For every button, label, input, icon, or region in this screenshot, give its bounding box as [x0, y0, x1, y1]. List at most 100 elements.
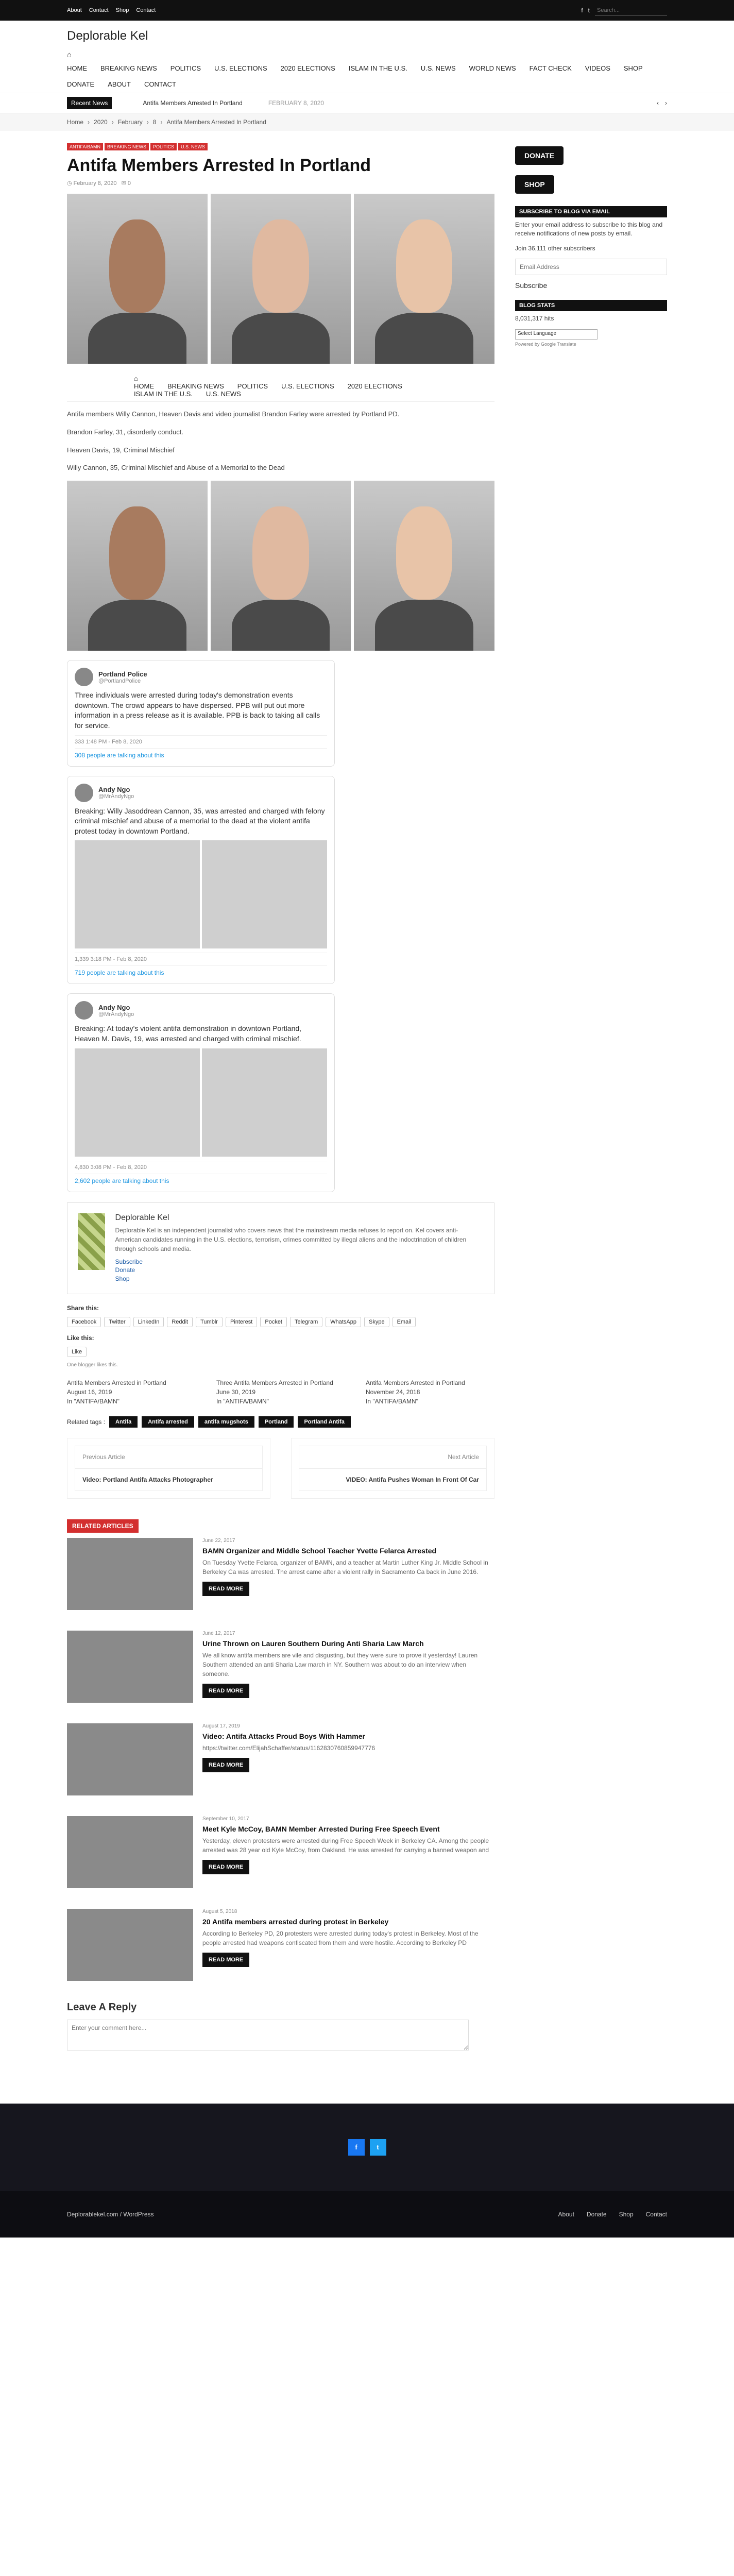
- jp-related-title[interactable]: Antifa Members Arrested in Portland: [366, 1378, 494, 1387]
- jp-related-item[interactable]: Three Antifa Members Arrested in Portlan…: [216, 1378, 345, 1406]
- related-thumb[interactable]: [67, 1908, 193, 1981]
- nav-item[interactable]: Home: [134, 382, 154, 390]
- breadcrumb-month[interactable]: February: [118, 118, 143, 126]
- tweet-talk-link[interactable]: 719 people are talking about this: [75, 965, 327, 976]
- jp-related-item[interactable]: Antifa Members Arrested in Portland Novem…: [366, 1378, 494, 1406]
- email-field[interactable]: [515, 259, 667, 276]
- home-icon[interactable]: ⌂: [134, 375, 428, 382]
- nav-item[interactable]: Contact: [144, 80, 176, 88]
- subscribe-button[interactable]: Subscribe: [515, 281, 667, 290]
- facebook-icon[interactable]: f: [581, 7, 583, 13]
- nav-item[interactable]: Donate: [67, 80, 94, 88]
- nav-item[interactable]: Islam in the U.S.: [349, 64, 407, 72]
- embedded-tweet[interactable]: Andy Ngo @MrAndyNgo Breaking: Willy Jasod…: [67, 775, 335, 985]
- nav-item[interactable]: About: [108, 80, 131, 88]
- prev-title[interactable]: Video: Portland Antifa Attacks Photograp…: [75, 1468, 263, 1491]
- read-more-button[interactable]: READ MORE: [202, 1859, 250, 1874]
- search-input[interactable]: [595, 5, 667, 16]
- comment-input[interactable]: [67, 2019, 469, 2050]
- top-link-contact[interactable]: Contact: [89, 7, 109, 13]
- top-link-contact-2[interactable]: Contact: [136, 7, 156, 13]
- tag-link[interactable]: Antifa arrested: [142, 1416, 194, 1428]
- jp-related-title[interactable]: Antifa Members Arrested in Portland: [67, 1378, 196, 1387]
- nav-item[interactable]: 2020 Elections: [348, 382, 402, 390]
- category-badge[interactable]: Politics: [150, 143, 177, 150]
- footer-link-donate[interactable]: Donate: [587, 2211, 607, 2218]
- share-facebook-button[interactable]: Facebook: [67, 1316, 101, 1327]
- nav-item[interactable]: U.S. Elections: [281, 382, 334, 390]
- share-reddit-button[interactable]: Reddit: [167, 1316, 193, 1327]
- nav-item[interactable]: Politics: [237, 382, 268, 390]
- read-more-button[interactable]: READ MORE: [202, 1952, 250, 1967]
- share-linkedin-button[interactable]: LinkedIn: [133, 1316, 164, 1327]
- nav-item[interactable]: U.S. Elections: [214, 64, 267, 72]
- share-pocket-button[interactable]: Pocket: [260, 1316, 287, 1327]
- nav-item[interactable]: Breaking News: [167, 382, 224, 390]
- tweet-handle[interactable]: @MrAndyNgo: [98, 1011, 134, 1018]
- footer-link-contact[interactable]: Contact: [646, 2211, 667, 2218]
- tag-link[interactable]: antifa mugshots: [198, 1416, 254, 1428]
- tag-link[interactable]: Antifa: [109, 1416, 138, 1428]
- related-title[interactable]: Video: Antifa Attacks Proud Boys With Ha…: [202, 1732, 494, 1740]
- next-article[interactable]: Next Article VIDEO: Antifa Pushes Woman I…: [291, 1437, 494, 1499]
- like-button[interactable]: Like: [67, 1346, 87, 1357]
- related-thumb[interactable]: [67, 1816, 193, 1888]
- twitter-icon[interactable]: t: [369, 2139, 386, 2156]
- read-more-button[interactable]: READ MORE: [202, 1757, 250, 1772]
- share-telegram-button[interactable]: Telegram: [290, 1316, 323, 1327]
- read-more-button[interactable]: READ MORE: [202, 1581, 250, 1596]
- nav-item[interactable]: Shop: [624, 64, 643, 72]
- related-title[interactable]: 20 Antifa members arrested during protes…: [202, 1918, 494, 1926]
- ticker-headline[interactable]: Antifa Members Arrested In Portland: [143, 99, 242, 107]
- share-twitter-button[interactable]: Twitter: [104, 1316, 130, 1327]
- nav-item[interactable]: Fact Check: [530, 64, 572, 72]
- footer-link-about[interactable]: About: [558, 2211, 574, 2218]
- donate-button[interactable]: DONATE: [515, 146, 564, 165]
- tag-link[interactable]: Portland: [258, 1416, 294, 1428]
- footer-link-shop[interactable]: Shop: [619, 2211, 634, 2218]
- nav-item[interactable]: World News: [469, 64, 516, 72]
- related-title[interactable]: Urine Thrown on Lauren Southern During A…: [202, 1639, 494, 1648]
- nav-item[interactable]: Politics: [170, 64, 201, 72]
- jp-related-item[interactable]: Antifa Members Arrested in Portland Augus…: [67, 1378, 196, 1406]
- tweet-images[interactable]: [75, 1048, 327, 1157]
- category-badge[interactable]: Antifa/BAMN: [67, 143, 104, 150]
- related-title[interactable]: BAMN Organizer and Middle School Teacher…: [202, 1547, 494, 1555]
- breadcrumb-home[interactable]: Home: [67, 118, 83, 126]
- nav-item[interactable]: Videos: [585, 64, 610, 72]
- comment-count[interactable]: 0: [128, 180, 131, 187]
- nav-item[interactable]: 2020 Elections: [281, 64, 335, 72]
- chevron-left-icon[interactable]: ‹: [657, 99, 659, 107]
- embedded-tweet[interactable]: Andy Ngo @MrAndyNgo Breaking: At today's …: [67, 993, 335, 1192]
- share-skype-button[interactable]: Skype: [364, 1316, 389, 1327]
- prev-article[interactable]: Previous Article Video: Portland Antifa A…: [67, 1437, 270, 1499]
- facebook-icon[interactable]: f: [348, 2139, 365, 2156]
- language-select[interactable]: Select Language: [515, 329, 598, 340]
- related-thumb[interactable]: [67, 1630, 193, 1703]
- top-link-about[interactable]: About: [67, 7, 82, 13]
- tweet-handle[interactable]: @PortlandPolice: [98, 678, 147, 684]
- category-badge[interactable]: U.S. News: [178, 143, 208, 150]
- share-whatsapp-button[interactable]: WhatsApp: [326, 1316, 361, 1327]
- chevron-right-icon[interactable]: ›: [665, 99, 667, 107]
- home-icon[interactable]: ⌂: [67, 50, 667, 59]
- shop-button[interactable]: SHOP: [515, 175, 554, 194]
- twitter-icon[interactable]: t: [588, 7, 590, 13]
- related-thumb[interactable]: [67, 1537, 193, 1610]
- author-name[interactable]: Deplorable Kel: [115, 1213, 484, 1223]
- category-badge[interactable]: Breaking News: [105, 143, 149, 150]
- tweet-talk-link[interactable]: 308 people are talking about this: [75, 748, 327, 759]
- embedded-tweet[interactable]: Portland Police @PortlandPolice Three ind…: [67, 660, 335, 767]
- tweet-handle[interactable]: @MrAndyNgo: [98, 793, 134, 800]
- next-title[interactable]: VIDEO: Antifa Pushes Woman In Front Of C…: [299, 1468, 487, 1491]
- related-title[interactable]: Meet Kyle McCoy, BAMN Member Arrested Du…: [202, 1825, 494, 1833]
- site-title[interactable]: Deplorable Kel: [67, 29, 667, 43]
- nav-item[interactable]: Breaking News: [100, 64, 157, 72]
- tweet-images[interactable]: [75, 840, 327, 949]
- nav-item[interactable]: U.S. News: [206, 390, 241, 398]
- author-link-donate[interactable]: Donate: [115, 1266, 484, 1275]
- share-email-button[interactable]: Email: [392, 1316, 416, 1327]
- read-more-button[interactable]: READ MORE: [202, 1683, 250, 1698]
- breadcrumb-year[interactable]: 2020: [94, 118, 108, 126]
- author-link-shop[interactable]: Shop: [115, 1275, 484, 1283]
